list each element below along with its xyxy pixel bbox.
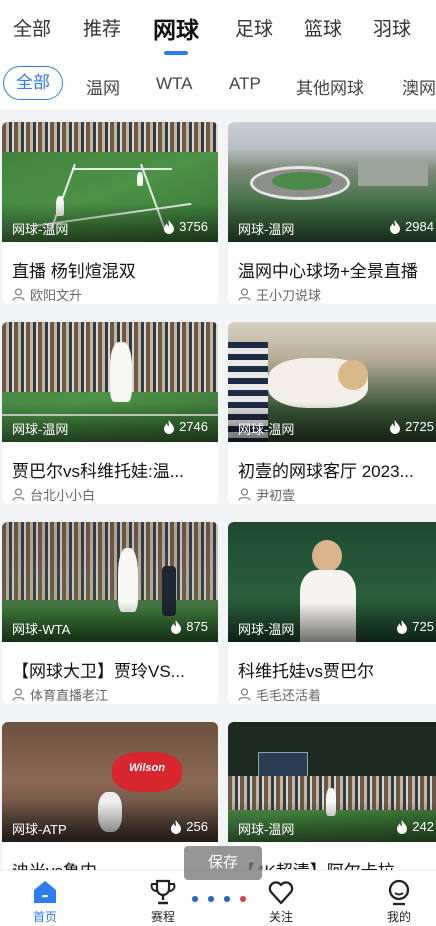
nav-schedule[interactable]: 赛程 [133,877,193,925]
streamer-name: 毛毛还活着 [238,685,321,704]
tab-badminton[interactable]: 羽球 [373,14,411,41]
stream-title: 温网中心球场+全景直播 [238,262,418,281]
nav-home[interactable]: 首页 [15,877,75,925]
popularity-count: 875 [170,619,208,634]
page-dot [192,896,198,902]
flame-icon [390,419,401,434]
profile-icon [388,879,410,906]
user-icon [238,688,251,701]
stream-card[interactable]: 网球-温网 2725 初壹的网球客厅 2023... 尹初壹 [228,322,436,504]
filter-other-tennis[interactable]: 其他网球 [296,74,364,99]
filter-all[interactable]: 全部 [3,66,63,100]
trophy-icon [150,879,176,905]
streamer-name: 体育直播老江 [12,685,108,704]
stream-title: 【网球大卫】贾玲VS... [12,662,185,681]
stream-title: 贾巴尔vs科维托娃:温... [12,462,184,481]
stream-card[interactable]: 网球-温网 3756 直播 杨钊煊混双 欧阳文升 [2,122,218,304]
streamer-name: 王小刀说球 [238,285,321,304]
popularity-count: 2725 [389,419,434,434]
flame-icon [397,619,408,634]
active-tab-indicator [164,51,188,55]
flame-icon [171,819,182,834]
save-toast[interactable]: 保存 [184,846,262,880]
stream-card[interactable]: 网球-温网 725 科维托娃vs贾巴尔 毛毛还活着 [228,522,436,704]
popularity-count: 242 [396,819,434,834]
tennis-filter-bar: 全部 温网 WTA ATP 其他网球 澳网 [0,60,436,110]
home-icon [34,881,56,903]
page-indicator [192,896,246,902]
page-dot [240,896,246,902]
tab-tennis[interactable]: 网球 [153,11,199,45]
filter-wimbledon[interactable]: 温网 [86,74,120,99]
streamer-name: 尹初壹 [238,485,295,504]
stream-card[interactable]: 网球-温网 2746 贾巴尔vs科维托娃:温... 台北小小白 [2,322,218,504]
streamer-name: 台北小小白 [12,485,95,504]
stream-title: 直播 杨钊煊混双 [12,262,136,281]
popularity-count: 3756 [163,219,208,234]
flame-icon [171,619,182,634]
tab-football[interactable]: 足球 [235,14,273,41]
filter-australian-open[interactable]: 澳网 [402,74,436,99]
flame-icon [397,819,408,834]
heart-icon [268,881,294,905]
page-dot [208,896,214,902]
nav-profile[interactable]: 我的 [369,877,429,925]
popularity-count: 2984 [389,219,434,234]
user-icon [12,288,25,301]
flame-icon [164,419,175,434]
stream-title: 初壹的网球客厅 2023... [238,462,414,481]
user-icon [238,488,251,501]
flame-icon [164,219,175,234]
stream-card[interactable]: 网球-WTA 875 【网球大卫】贾玲VS... 体育直播老江 [2,522,218,704]
filter-atp[interactable]: ATP [229,74,261,94]
user-icon [12,488,25,501]
nav-follow[interactable]: 关注 [251,877,311,925]
popularity-count: 256 [170,819,208,834]
page-dot [224,896,230,902]
flame-icon [390,219,401,234]
tab-all[interactable]: 全部 [13,14,51,41]
user-icon [238,288,251,301]
filter-wta[interactable]: WTA [156,74,193,94]
user-icon [12,688,25,701]
streamer-name: 欧阳文升 [12,285,82,304]
popularity-count: 2746 [163,419,208,434]
stream-title: 科维托娃vs贾巴尔 [238,662,374,681]
stream-card[interactable]: 网球-温网 2984 温网中心球场+全景直播 王小刀说球 [228,122,436,304]
sport-tab-bar: 全部 推荐 网球 足球 篮球 羽球 [0,0,436,60]
tab-recommended[interactable]: 推荐 [83,14,121,41]
tab-basketball[interactable]: 篮球 [304,14,342,41]
popularity-count: 725 [396,619,434,634]
